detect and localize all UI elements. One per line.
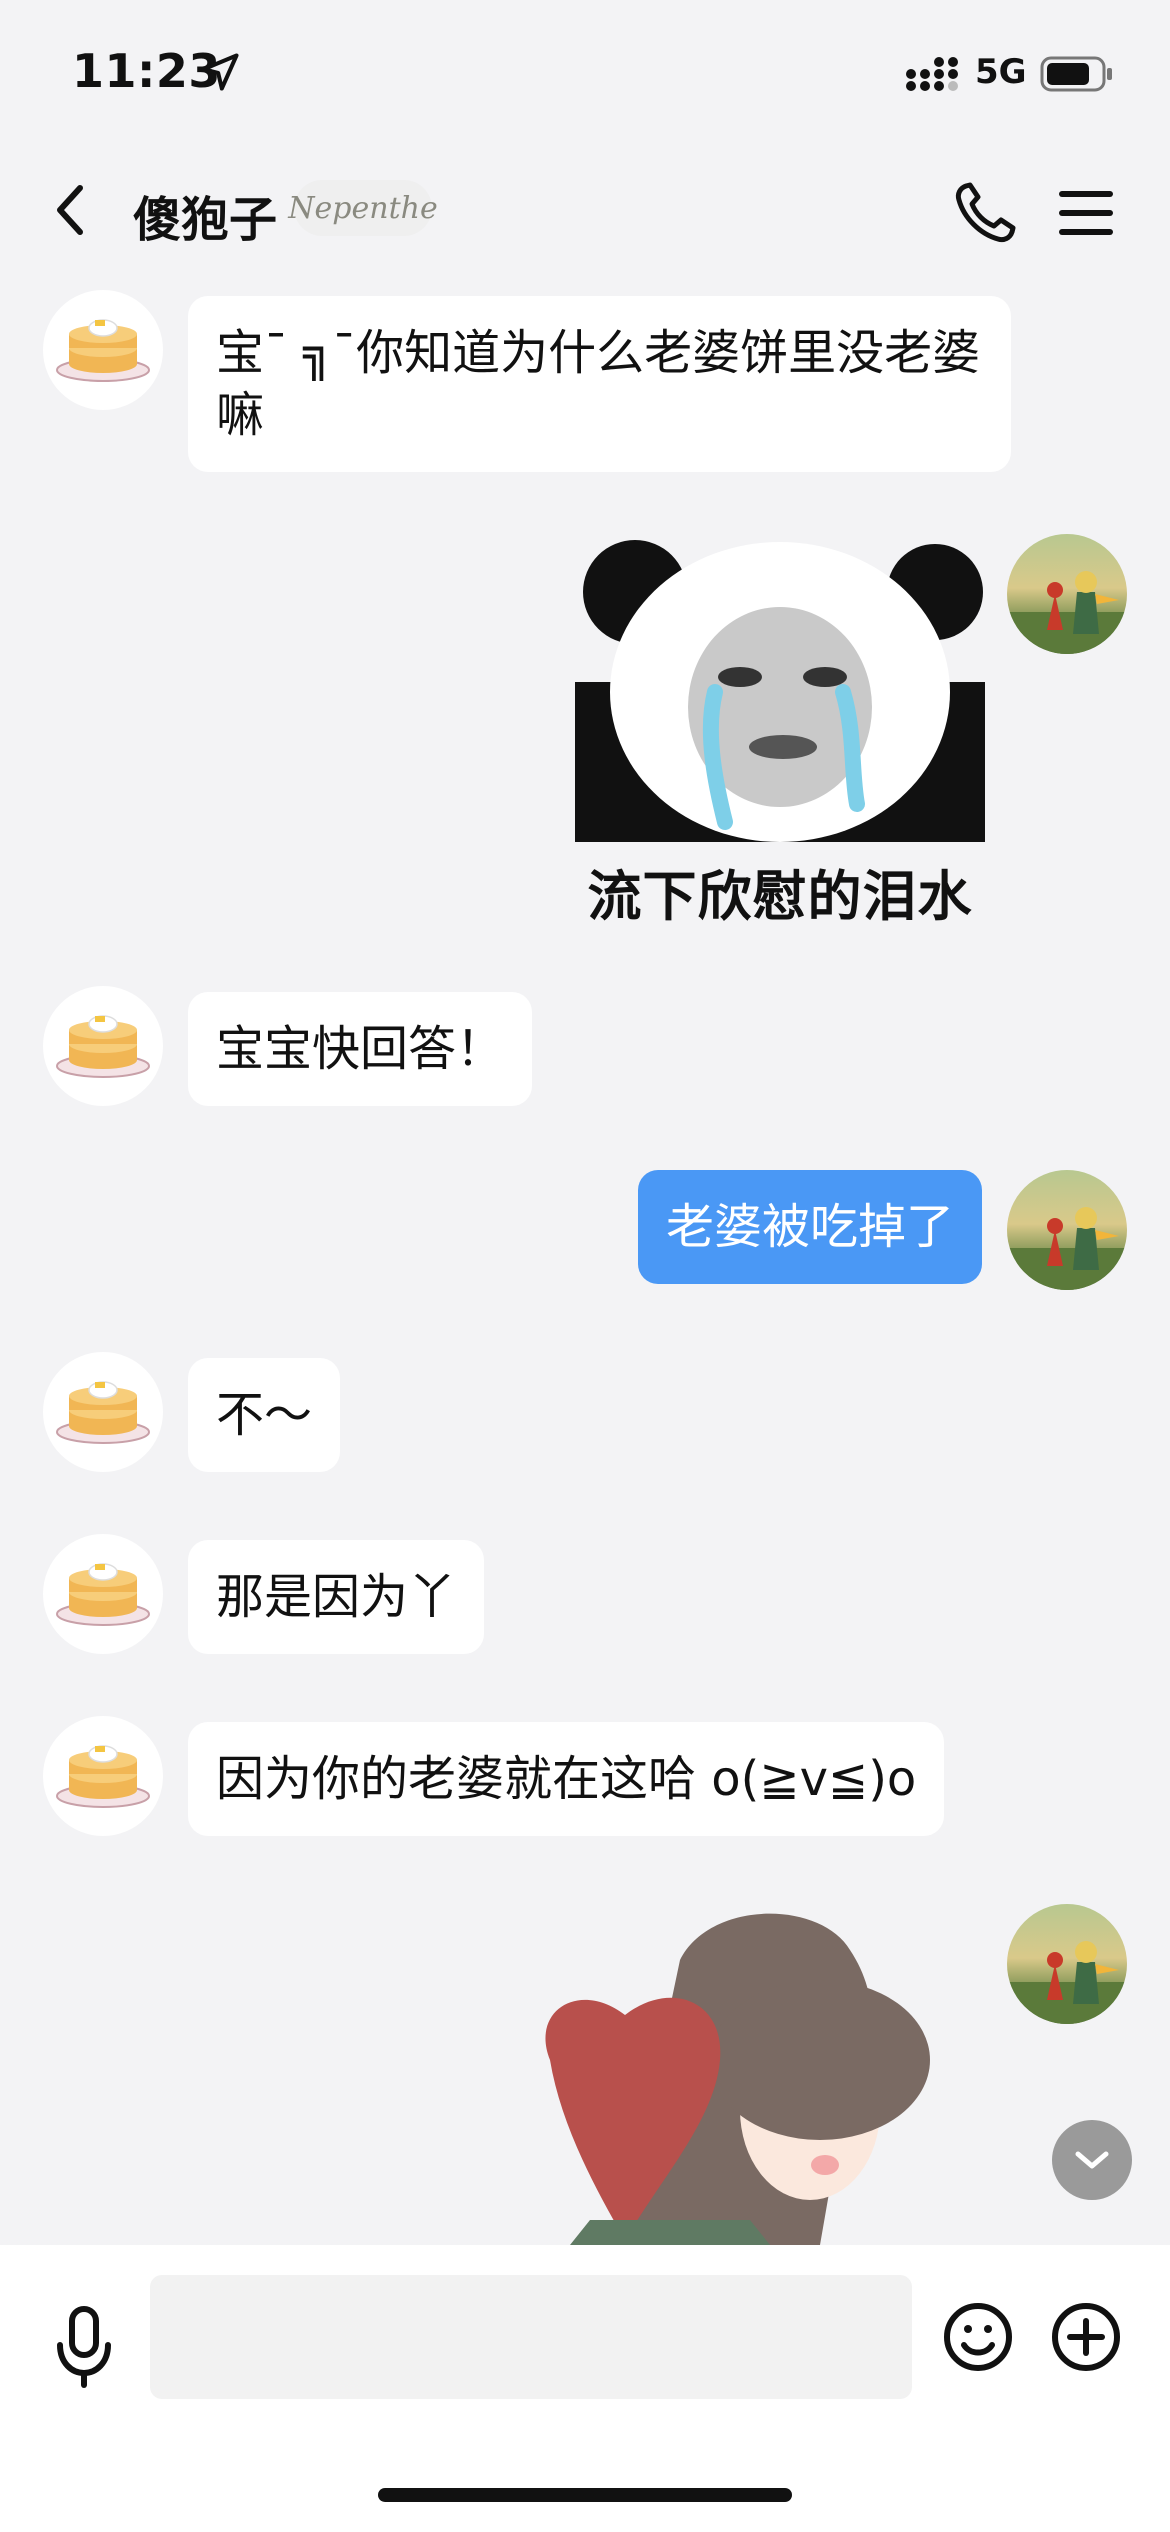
- my-avatar[interactable]: [1007, 534, 1127, 654]
- message-bubble-incoming[interactable]: 那是因为丫: [188, 1540, 485, 1654]
- home-indicator[interactable]: [378, 2488, 792, 2502]
- message-bubble-incoming[interactable]: 不～: [188, 1358, 341, 1472]
- message-list[interactable]: 宝ˉ ╗ˉ你知道为什么老婆饼里没老婆嘛 流下欣慰的泪水 宝宝快回答！ 老婆被吃掉…: [0, 270, 1170, 2245]
- message-input[interactable]: [150, 2275, 912, 2399]
- battery-icon: [1040, 56, 1112, 92]
- menu-icon[interactable]: [1056, 180, 1116, 246]
- chat-screen: 11:23 5G 傻狍子 Nepenthe 宝ˉ ╗ˉ你知道为什么老婆饼里没老婆…: [0, 0, 1170, 2532]
- contact-avatar[interactable]: [43, 1716, 163, 1836]
- chevron-left-icon: [57, 185, 83, 235]
- message-text: 那是因为丫: [216, 1569, 457, 1625]
- pancake-avatar-icon: [56, 1381, 150, 1444]
- message-bubble-incoming[interactable]: 因为你的老婆就在这哈 o(≧v≦)o: [188, 1722, 945, 1836]
- pancake-avatar-icon: [56, 1563, 150, 1626]
- message-bubble-incoming[interactable]: 宝宝快回答！: [188, 992, 533, 1106]
- plus-icon[interactable]: [1050, 2301, 1122, 2373]
- chevron-down-icon: [1075, 2151, 1109, 2169]
- heart-hug-sticker[interactable]: [520, 1900, 970, 2245]
- signal-icon: [906, 57, 958, 91]
- scroll-to-bottom-button[interactable]: [1052, 2120, 1132, 2200]
- pancake-avatar-icon: [56, 1015, 150, 1078]
- my-avatar[interactable]: [1007, 1170, 1127, 1290]
- pancake-avatar-icon: [56, 319, 150, 382]
- little-prince-avatar-icon: [1007, 1941, 1127, 2024]
- contact-avatar[interactable]: [43, 290, 163, 410]
- status-bar: 11:23 5G: [0, 0, 1170, 150]
- name-badge: Nepenthe: [288, 180, 438, 236]
- my-avatar[interactable]: [1007, 1904, 1127, 2024]
- message-bubble-outgoing[interactable]: 老婆被吃掉了: [637, 1170, 982, 1284]
- message-text: 不～: [216, 1387, 313, 1443]
- contact-avatar[interactable]: [43, 1534, 163, 1654]
- network-type: 5G: [975, 52, 1027, 92]
- back-button[interactable]: [40, 175, 100, 245]
- message-text: 宝宝快回答！: [216, 1021, 505, 1077]
- chat-header: 傻狍子 Nepenthe: [0, 150, 1170, 270]
- contact-avatar[interactable]: [43, 1352, 163, 1472]
- message-bubble-incoming[interactable]: 宝ˉ ╗ˉ你知道为什么老婆饼里没老婆嘛: [188, 296, 1011, 472]
- contact-avatar[interactable]: [43, 986, 163, 1106]
- badge-text: Nepenthe: [288, 190, 438, 226]
- phone-icon[interactable]: [952, 180, 1018, 246]
- message-text: 宝ˉ ╗ˉ你知道为什么老婆饼里没老婆嘛: [216, 325, 981, 443]
- sticker-caption: 流下欣慰的泪水: [587, 865, 973, 928]
- panda-meme-image: [575, 540, 985, 842]
- emoji-icon[interactable]: [942, 2301, 1014, 2373]
- location-arrow-icon: [201, 53, 239, 91]
- pancake-avatar-icon: [56, 1745, 150, 1808]
- microphone-icon[interactable]: [52, 2305, 116, 2389]
- heart-hug-image: [545, 1913, 930, 2245]
- message-text: 因为你的老婆就在这哈 o(≧v≦)o: [216, 1751, 917, 1807]
- panda-sticker[interactable]: 流下欣慰的泪水: [575, 532, 985, 932]
- contact-name[interactable]: 傻狍子: [133, 180, 277, 250]
- message-text: 老婆被吃掉了: [665, 1199, 954, 1255]
- little-prince-avatar-icon: [1007, 1207, 1127, 1290]
- little-prince-avatar-icon: [1007, 571, 1127, 654]
